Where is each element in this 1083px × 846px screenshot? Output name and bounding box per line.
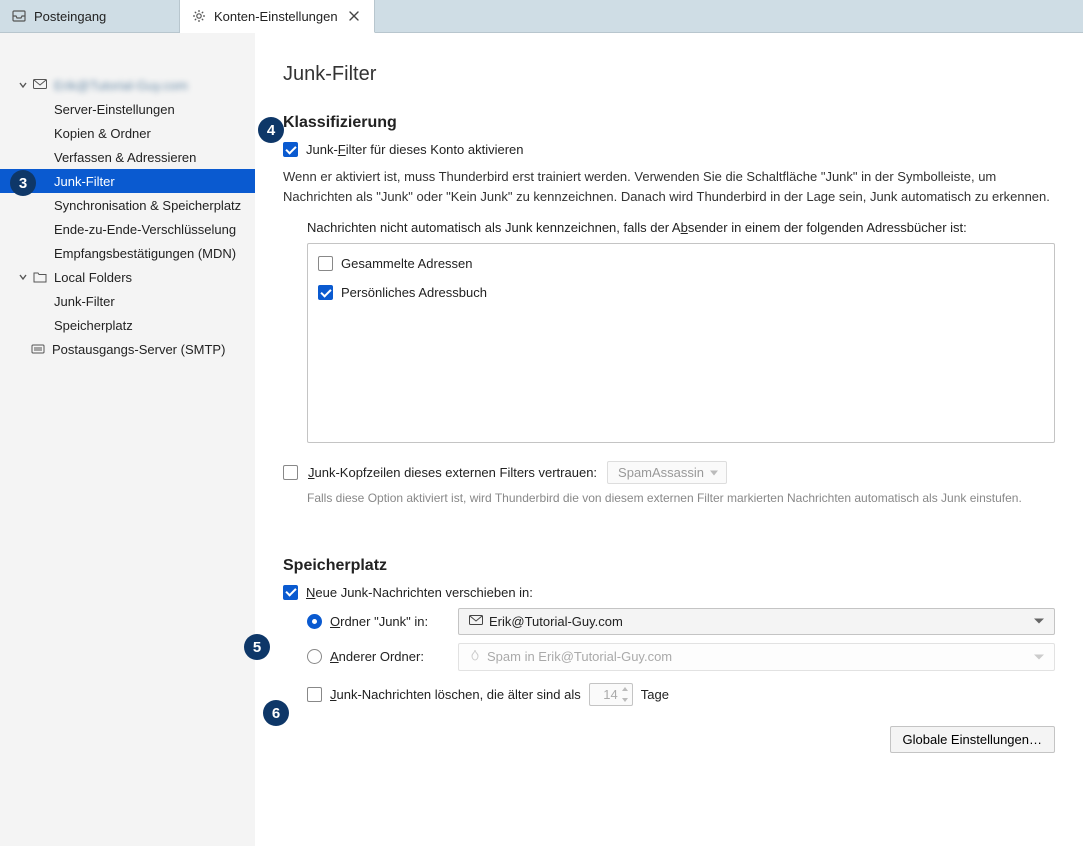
select-value: Spam in Erik@Tutorial-Guy.com — [487, 649, 672, 664]
sidebar-account-header[interactable]: Erik@Tutorial-Guy.com — [0, 73, 255, 97]
whitelist-intro-label: Nachrichten nicht automatisch als Junk k… — [307, 220, 1055, 235]
checkbox-trust-junk-headers[interactable] — [283, 465, 298, 480]
page-title: Junk-Filter — [283, 63, 1055, 86]
sidebar-local-folders-header[interactable]: Local Folders — [0, 265, 255, 289]
radio-junk-folder[interactable] — [307, 614, 322, 629]
mail-icon — [469, 614, 483, 629]
settings-panel: Junk-Filter Klassifizierung Junk-Filter … — [255, 33, 1083, 846]
tab-inbox[interactable]: Posteingang — [0, 0, 180, 32]
checkbox-enable-junk-filter[interactable] — [283, 142, 298, 157]
section-heading-klassifizierung: Klassifizierung — [283, 114, 1055, 132]
sidebar-item-junk-filter[interactable]: Junk-Filter — [0, 169, 255, 193]
annotation-marker-5: 5 — [244, 634, 270, 660]
account-sidebar: Erik@Tutorial-Guy.com Server-Einstellung… — [0, 33, 255, 846]
sidebar-item-e2e-encryption[interactable]: Ende-zu-Ende-Verschlüsselung — [0, 217, 255, 241]
sidebar-item-label: Empfangsbestätigungen (MDN) — [54, 246, 236, 261]
sidebar-item-label: Server-Einstellungen — [54, 102, 175, 117]
sidebar-item-label: Speicherplatz — [54, 318, 133, 333]
annotation-marker-4: 4 — [258, 117, 284, 143]
tab-account-settings[interactable]: Konten-Einstellungen — [180, 0, 375, 33]
checkbox-label-move-new-junk: Neue Junk-Nachrichten verschieben in: — [306, 585, 533, 600]
gear-icon — [192, 9, 206, 23]
smtp-icon — [30, 341, 46, 357]
sidebar-item-label: Junk-Filter — [54, 294, 115, 309]
sidebar-item-copies-folders[interactable]: Kopien & Ordner — [0, 121, 255, 145]
mail-account-icon — [32, 77, 48, 93]
section-heading-speicherplatz: Speicherplatz — [283, 557, 1055, 575]
checkbox-delete-old-junk[interactable] — [307, 687, 322, 702]
global-settings-button[interactable]: Globale Einstellungen… — [890, 726, 1055, 753]
chevron-down-icon — [16, 270, 30, 284]
sidebar-item-server-settings[interactable]: Server-Einstellungen — [0, 97, 255, 121]
checkbox-addressbook-personal[interactable] — [318, 285, 333, 300]
addressbook-label: Gesammelte Adressen — [341, 256, 473, 271]
radio-other-folder[interactable] — [307, 649, 322, 664]
checkbox-label-enable-junk-filter: Junk-Filter für dieses Konto aktivieren — [306, 142, 524, 157]
checkbox-move-new-junk[interactable] — [283, 585, 298, 600]
sidebar-item-label: Postausgangs-Server (SMTP) — [52, 342, 225, 357]
chevron-down-icon — [16, 78, 30, 92]
select-junk-target-account[interactable]: Erik@Tutorial-Guy.com — [458, 608, 1055, 635]
days-unit-label: Tage — [641, 687, 669, 702]
flame-icon — [469, 649, 481, 665]
select-value: Erik@Tutorial-Guy.com — [489, 614, 623, 629]
sidebar-item-label: Ende-zu-Ende-Verschlüsselung — [54, 222, 236, 237]
tab-bar: Posteingang Konten-Einstellungen — [0, 0, 1083, 33]
sidebar-item-label: Local Folders — [54, 270, 132, 285]
tab-label: Posteingang — [34, 9, 106, 24]
sidebar-item-label: Kopien & Ordner — [54, 126, 151, 141]
tab-label: Konten-Einstellungen — [214, 9, 338, 24]
folder-icon — [32, 269, 48, 285]
sidebar-item-sync-storage[interactable]: Synchronisation & Speicherplatz — [0, 193, 255, 217]
select-other-folder: Spam in Erik@Tutorial-Guy.com — [458, 643, 1055, 671]
tab-close-button[interactable] — [346, 8, 362, 24]
addressbook-whitelist-listbox[interactable]: Gesammelte Adressen Persönliches Adressb… — [307, 243, 1055, 443]
trust-headers-hint: Falls diese Option aktiviert ist, wird T… — [307, 490, 1055, 507]
sidebar-item-smtp[interactable]: Postausgangs-Server (SMTP) — [0, 337, 255, 361]
sidebar-item-compose-addressing[interactable]: Verfassen & Adressieren — [0, 145, 255, 169]
klassifizierung-description: Wenn er aktiviert ist, muss Thunderbird … — [283, 167, 1055, 206]
select-external-filter: SpamAssassin — [607, 461, 727, 484]
input-delete-days: 14 — [589, 683, 633, 706]
sidebar-item-local-storage[interactable]: Speicherplatz — [0, 313, 255, 337]
number-spinner — [618, 684, 632, 705]
sidebar-item-local-junk-filter[interactable]: Junk-Filter — [0, 289, 255, 313]
radio-label-other-folder: Anderer Ordner: — [330, 649, 450, 664]
sidebar-item-label: Junk-Filter — [54, 174, 115, 189]
addressbook-label: Persönliches Adressbuch — [341, 285, 487, 300]
inbox-icon — [12, 9, 26, 23]
sidebar-item-label: Verfassen & Adressieren — [54, 150, 196, 165]
sidebar-item-return-receipts[interactable]: Empfangsbestätigungen (MDN) — [0, 241, 255, 265]
checkbox-label-trust-junk-headers: Junk-Kopfzeilen dieses externen Filters … — [308, 465, 597, 480]
checkbox-label-delete-old-junk: Junk-Nachrichten löschen, die älter sind… — [330, 687, 581, 702]
checkbox-addressbook-collected[interactable] — [318, 256, 333, 271]
annotation-marker-3: 3 — [10, 170, 36, 196]
radio-label-junk-folder: Ordner "Junk" in: — [330, 614, 450, 629]
annotation-marker-6: 6 — [263, 700, 289, 726]
sidebar-item-label: Synchronisation & Speicherplatz — [54, 198, 241, 213]
account-name-redacted: Erik@Tutorial-Guy.com — [54, 78, 188, 93]
